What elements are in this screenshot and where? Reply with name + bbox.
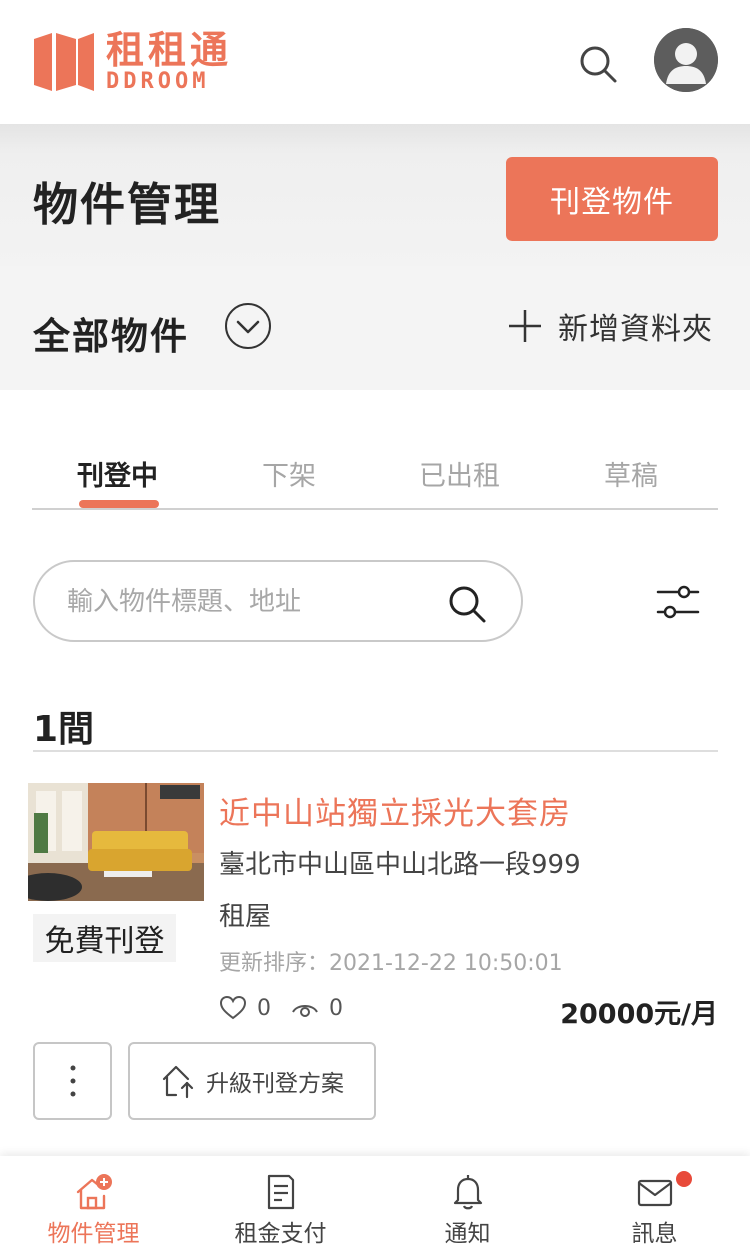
- user-avatar[interactable]: [654, 28, 718, 92]
- result-count: 1間: [33, 709, 95, 750]
- logo-text: 租租通 DDROOM: [106, 30, 232, 94]
- active-tab-indicator: [79, 500, 159, 508]
- search-icon[interactable]: [447, 584, 487, 624]
- new-folder-label: 新增資料夾: [558, 312, 713, 347]
- nav-label: 物件管理: [47, 1221, 140, 1247]
- top-header: 租租通 DDROOM: [0, 0, 750, 124]
- search-bar: [33, 560, 523, 642]
- listing-stats: 0 0: [219, 994, 363, 1022]
- more-vertical-icon: [70, 1065, 75, 1097]
- views-count: 0: [329, 995, 343, 1021]
- tab-listed[interactable]: 刊登中: [77, 454, 158, 493]
- upgrade-plan-button[interactable]: 升級刊登方案: [128, 1042, 376, 1120]
- nav-item-property-management[interactable]: 物件管理: [0, 1156, 187, 1257]
- app-logo[interactable]: 租租通 DDROOM: [32, 30, 232, 94]
- tab-rented[interactable]: 已出租: [419, 454, 500, 493]
- tab-unlisted[interactable]: 下架: [262, 454, 316, 493]
- search-input[interactable]: [67, 582, 447, 622]
- status-tabs: 刊登中 下架 已出租 草稿: [32, 450, 718, 510]
- heart-icon: [219, 995, 247, 1020]
- page-header: 物件管理 刊登物件: [0, 124, 750, 266]
- likes-count: 0: [257, 995, 271, 1021]
- bell-icon: [453, 1175, 483, 1210]
- home-plus-icon: [76, 1174, 112, 1210]
- new-folder-button[interactable]: 新增資料夾: [508, 304, 713, 348]
- listing-title[interactable]: 近中山站獨立採光大套房: [219, 788, 571, 833]
- folder-bar: 全部物件 新增資料夾: [0, 266, 750, 390]
- listing-price: 20000元/月: [560, 999, 718, 1030]
- upgrade-plan-label: 升級刊登方案: [206, 1071, 344, 1097]
- tab-draft[interactable]: 草稿: [604, 454, 658, 493]
- nav-label: 通知: [444, 1221, 491, 1247]
- plus-icon: [509, 310, 541, 342]
- search-icon[interactable]: [578, 44, 618, 84]
- page-title: 物件管理: [33, 178, 222, 231]
- listing-thumbnail[interactable]: [28, 783, 204, 901]
- divider: [33, 750, 718, 752]
- filter-sliders-icon[interactable]: [656, 582, 700, 622]
- room-photo: [28, 783, 204, 901]
- listing-type: 租屋: [219, 902, 272, 932]
- nav-item-messages[interactable]: 訊息: [561, 1156, 748, 1257]
- folder-selector-label[interactable]: 全部物件: [33, 306, 189, 360]
- document-icon: [267, 1174, 295, 1210]
- mail-icon: [637, 1179, 673, 1207]
- more-options-button[interactable]: [33, 1042, 112, 1120]
- chevron-down-icon[interactable]: [224, 302, 272, 350]
- nav-item-notifications[interactable]: 通知: [374, 1156, 561, 1257]
- listing-updated-time: 更新排序：2021-12-22 10:50:01: [219, 951, 563, 976]
- logo-english: DDROOM: [106, 69, 210, 94]
- free-listing-badge: 免費刊登: [33, 914, 176, 962]
- nav-item-rent-payment[interactable]: 租金支付: [187, 1156, 374, 1257]
- nav-label: 訊息: [631, 1221, 678, 1247]
- eye-icon: [292, 1005, 318, 1017]
- nav-label: 租金支付: [234, 1221, 327, 1247]
- user-avatar-icon: [654, 28, 718, 92]
- listing-address: 臺北市中山區中山北路一段999: [219, 850, 581, 880]
- bottom-navigation: 物件管理 租金支付 通知 訊息: [0, 1156, 750, 1257]
- publish-listing-button[interactable]: 刊登物件: [506, 157, 718, 241]
- logo-mark-icon: [34, 33, 94, 91]
- home-upgrade-icon: [162, 1065, 194, 1099]
- unread-dot: [676, 1171, 692, 1187]
- logo-chinese: 租租通: [106, 28, 233, 72]
